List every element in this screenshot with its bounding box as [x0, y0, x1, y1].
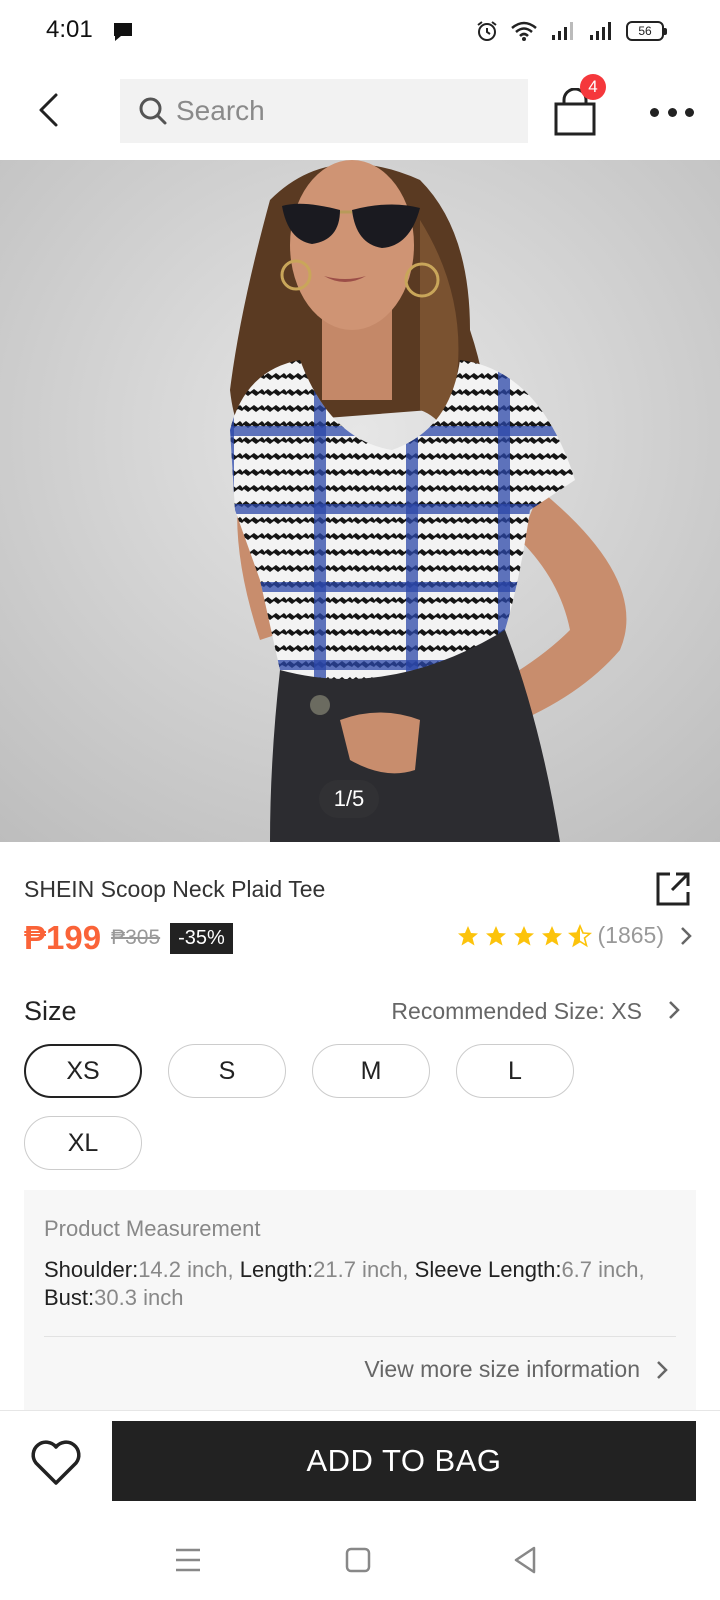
image-counter: 1/5: [319, 780, 379, 818]
bust-label: Bust:: [44, 1285, 95, 1310]
size-label: Size: [24, 996, 77, 1026]
system-back-icon[interactable]: [508, 1542, 544, 1578]
sleeve-length-label: Sleeve Length:: [414, 1257, 562, 1282]
search-icon: [139, 97, 167, 125]
add-to-bag-button[interactable]: ADD TO BAG: [112, 1421, 696, 1501]
status-bar: 4:01 56: [0, 0, 720, 64]
length-value: 21.7 inch,: [313, 1257, 409, 1282]
measurement-details: Shoulder:14.2 inch, Length:21.7 inch, Sl…: [44, 1256, 664, 1312]
dot-icon: [685, 107, 694, 117]
original-price: ₱305: [111, 926, 161, 949]
signal-icon-1: [552, 22, 573, 40]
dot-icon: [650, 107, 659, 117]
size-option-m[interactable]: M: [312, 1044, 430, 1098]
star-full-icon: [513, 925, 534, 945]
bag-count-badge: 4: [580, 74, 606, 100]
recommended-size-link[interactable]: Recommended Size: XS: [391, 998, 642, 1025]
share-icon[interactable]: [654, 870, 692, 908]
signal-icon-2: [590, 22, 611, 40]
more-options-button[interactable]: [650, 102, 694, 122]
wifi-icon: [511, 21, 537, 41]
discount-badge: -35%: [170, 922, 233, 954]
size-option-l[interactable]: L: [456, 1044, 574, 1098]
home-icon[interactable]: [340, 1542, 376, 1578]
product-measurement-panel: Product Measurement Shoulder:14.2 inch, …: [24, 1190, 696, 1410]
view-more-size-info-link[interactable]: View more size information: [364, 1356, 640, 1383]
sleeve-length-value: 6.7 inch,: [561, 1257, 645, 1282]
divider: [44, 1336, 676, 1337]
size-option-xl[interactable]: XL: [24, 1116, 142, 1170]
battery-indicator: 56: [626, 21, 667, 41]
status-icons: 56: [476, 20, 667, 42]
system-navigation-bar: [0, 1520, 720, 1600]
star-full-icon: [485, 925, 506, 945]
star-full-icon: [541, 925, 562, 945]
length-label: Length:: [239, 1257, 314, 1282]
star-half-icon: [567, 923, 592, 947]
shoulder-value: 14.2 inch,: [138, 1257, 234, 1282]
search-input[interactable]: Search: [120, 79, 528, 143]
dot-icon: [667, 107, 677, 117]
sale-price: ₱199: [24, 919, 102, 956]
chevron-right-icon[interactable]: [680, 926, 692, 946]
back-button[interactable]: [30, 90, 66, 130]
shoulder-label: Shoulder:: [44, 1257, 139, 1282]
wishlist-heart-icon[interactable]: [28, 1437, 84, 1489]
message-notification-icon: [114, 23, 132, 41]
product-image-gallery[interactable]: 1/5: [0, 160, 720, 842]
bottom-action-bar: ADD TO BAG: [0, 1410, 720, 1520]
review-count: (1865): [597, 922, 664, 948]
bust-value: 30.3 inch: [94, 1285, 184, 1310]
rating-summary[interactable]: (1865): [456, 922, 664, 949]
back-arrow-icon: [39, 93, 58, 127]
product-title: SHEIN Scoop Neck Plaid Tee: [24, 876, 326, 902]
search-placeholder: Search: [176, 95, 265, 126]
top-nav: Search 4: [0, 64, 720, 160]
price-row: ₱199 ₱305 -35%: [24, 918, 233, 958]
measurement-title: Product Measurement: [44, 1216, 261, 1241]
size-option-s[interactable]: S: [168, 1044, 286, 1098]
status-time: 4:01: [46, 16, 93, 43]
star-full-icon: [457, 925, 478, 945]
recent-apps-icon[interactable]: [170, 1542, 206, 1578]
chevron-right-icon[interactable]: [668, 1000, 680, 1020]
product-photo: [0, 160, 720, 842]
size-option-xs[interactable]: XS: [24, 1044, 142, 1098]
chevron-right-icon[interactable]: [656, 1360, 668, 1380]
alarm-icon: [477, 21, 497, 41]
